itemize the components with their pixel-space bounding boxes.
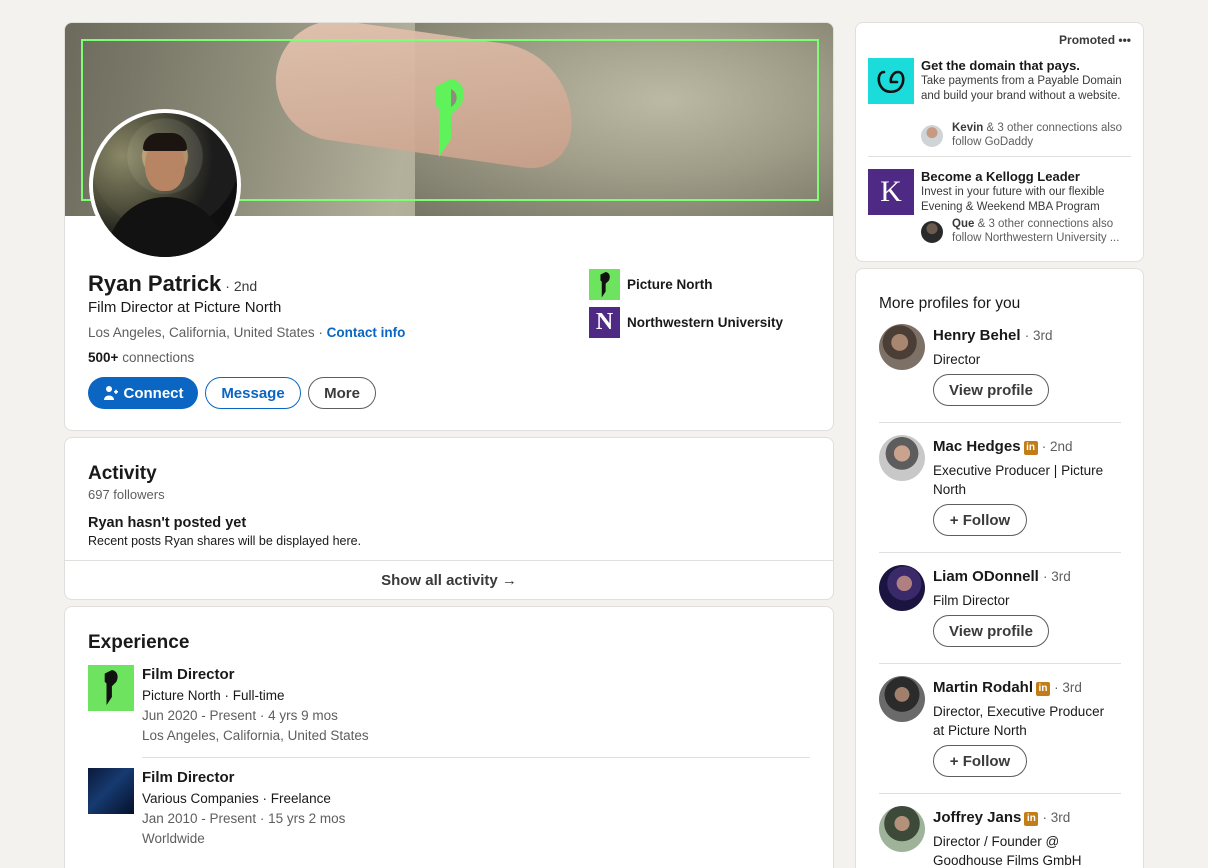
message-button[interactable]: Message bbox=[205, 377, 301, 409]
avatar[interactable] bbox=[879, 435, 925, 481]
experience-item[interactable]: Film Director Various Companies · Freela… bbox=[88, 768, 812, 850]
profile-suggestion[interactable]: Joffrey Jans in · 3rd Director / Founder … bbox=[879, 806, 1121, 868]
suggestion-name[interactable]: Joffrey Jans bbox=[933, 809, 1021, 826]
experience-location: Worldwide bbox=[142, 831, 205, 846]
ad-title: Get the domain that pays. bbox=[921, 58, 1080, 73]
promoted-card: Promoted ••• Get the domain that pays. T… bbox=[855, 22, 1144, 262]
show-all-activity-button[interactable]: Show all activity → bbox=[65, 560, 833, 599]
more-options-icon[interactable]: ••• bbox=[1118, 33, 1131, 47]
view-profile-button[interactable]: View profile bbox=[933, 374, 1049, 406]
avatar[interactable] bbox=[879, 324, 925, 370]
contact-info-link[interactable]: Contact info bbox=[327, 325, 406, 340]
profile-headline: Film Director at Picture North bbox=[88, 299, 282, 316]
follow-button[interactable]: + Follow bbox=[933, 745, 1027, 777]
linkedin-premium-icon: in bbox=[1036, 682, 1050, 696]
avatar bbox=[921, 221, 943, 243]
kellogg-logo-icon: K bbox=[868, 169, 914, 215]
no-posts-title: Ryan hasn't posted yet bbox=[88, 515, 247, 531]
avatar[interactable] bbox=[879, 806, 925, 852]
avatar[interactable] bbox=[879, 676, 925, 722]
add-person-icon bbox=[103, 386, 118, 400]
divider bbox=[868, 156, 1131, 157]
follow-button[interactable]: + Follow bbox=[933, 504, 1027, 536]
divider bbox=[879, 422, 1121, 423]
experience-section: Experience Film Director Picture North ·… bbox=[64, 606, 834, 868]
experience-company: Various Companies · Freelance bbox=[142, 791, 331, 806]
experience-title: Experience bbox=[88, 632, 190, 653]
profile-photo[interactable] bbox=[89, 109, 241, 261]
suggestion-headline: Director / Founder @ Goodhouse Films Gmb… bbox=[933, 834, 1082, 868]
avatar[interactable] bbox=[879, 565, 925, 611]
experience-dates: Jan 2010 - Present · 15 yrs 2 mos bbox=[142, 811, 346, 826]
ad-body: Invest in your future with our flexible … bbox=[921, 186, 1105, 213]
avatar bbox=[921, 125, 943, 147]
picture-north-logo-icon bbox=[589, 269, 620, 300]
ad-social-proof: Que & 3 other connections also follow No… bbox=[921, 217, 1136, 245]
followers-count[interactable]: 697 followers bbox=[88, 487, 165, 502]
linkedin-premium-icon: in bbox=[1024, 812, 1039, 826]
ad-item[interactable]: Get the domain that pays. Take payments … bbox=[868, 58, 1136, 148]
connections-count[interactable]: 500+ connections bbox=[88, 350, 194, 365]
suggestion-headline: Director, Executive Producer at Picture … bbox=[933, 704, 1105, 738]
activity-section: Activity 697 followers Ryan hasn't poste… bbox=[64, 437, 834, 600]
divider bbox=[879, 793, 1121, 794]
divider bbox=[142, 757, 810, 758]
no-posts-body: Recent posts Ryan shares will be display… bbox=[88, 534, 362, 548]
education-school[interactable]: N Northwestern University bbox=[589, 307, 783, 338]
ad-body: Take payments from a Payable Domain and … bbox=[921, 75, 1122, 102]
suggestion-headline: Film Director bbox=[933, 593, 1010, 608]
view-profile-button[interactable]: View profile bbox=[933, 615, 1049, 647]
suggestion-headline: Director bbox=[933, 352, 981, 367]
divider bbox=[879, 663, 1121, 664]
promoted-label: Promoted ••• bbox=[1059, 33, 1131, 47]
ad-title: Become a Kellogg Leader bbox=[921, 169, 1080, 184]
connect-button[interactable]: Connect bbox=[88, 377, 198, 409]
more-button[interactable]: More bbox=[308, 377, 376, 409]
suggestion-name[interactable]: Mac Hedges bbox=[933, 438, 1021, 455]
linkedin-premium-icon: in bbox=[1023, 441, 1038, 455]
various-companies-logo-icon bbox=[88, 768, 134, 814]
connection-degree: · 2nd bbox=[225, 278, 258, 294]
more-profiles-title: More profiles for you bbox=[879, 295, 1021, 312]
picture-north-logo-icon bbox=[435, 79, 464, 157]
profile-location: Los Angeles, California, United States ·… bbox=[88, 325, 406, 340]
suggestion-name[interactable]: Henry Behel bbox=[933, 327, 1021, 344]
experience-item[interactable]: Film Director Picture North · Full-time … bbox=[88, 665, 812, 747]
experience-company: Picture North · Full-time bbox=[142, 688, 285, 703]
suggestion-headline: Executive Producer | Picture North bbox=[933, 463, 1104, 497]
ad-item[interactable]: K Become a Kellogg Leader Invest in your… bbox=[868, 169, 1136, 249]
suggestion-name[interactable]: Martin Rodahl bbox=[933, 679, 1033, 696]
picture-north-logo-icon bbox=[88, 665, 134, 711]
divider bbox=[879, 552, 1121, 553]
activity-title: Activity bbox=[88, 463, 157, 484]
more-profiles-card: More profiles for you Henry Behel · 3rd … bbox=[855, 268, 1144, 868]
current-company[interactable]: Picture North bbox=[589, 269, 713, 300]
suggestion-name[interactable]: Liam ODonnell bbox=[933, 568, 1039, 585]
experience-title: Film Director bbox=[142, 769, 235, 786]
profile-suggestion[interactable]: Henry Behel · 3rd Director View profile bbox=[879, 324, 1121, 424]
profile-suggestion[interactable]: Mac Hedges in · 2nd Executive Producer | … bbox=[879, 435, 1121, 555]
ad-social-proof: Kevin & 3 other connections also follow … bbox=[921, 121, 1136, 149]
profile-card: Ryan Patrick · 2nd Film Director at Pictu… bbox=[64, 22, 834, 431]
experience-dates: Jun 2020 - Present · 4 yrs 9 mos bbox=[142, 708, 338, 723]
profile-suggestion[interactable]: Liam ODonnell · 3rd Film Director View p… bbox=[879, 565, 1121, 665]
godaddy-logo-icon bbox=[868, 58, 914, 104]
experience-location: Los Angeles, California, United States bbox=[142, 728, 369, 743]
profile-suggestion[interactable]: Martin Rodahl in · 3rd Director, Executiv… bbox=[879, 676, 1121, 796]
experience-title: Film Director bbox=[142, 666, 235, 683]
northwestern-logo-icon: N bbox=[589, 307, 620, 338]
profile-name: Ryan Patrick · 2nd bbox=[88, 271, 258, 296]
